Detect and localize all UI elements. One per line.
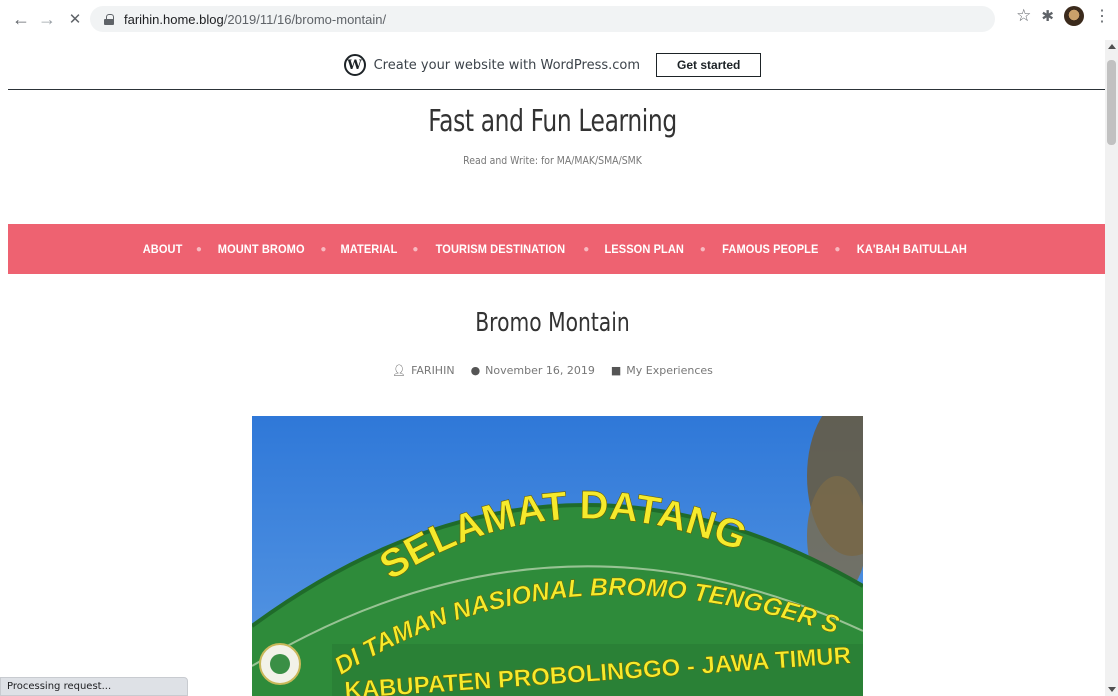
extensions-icon[interactable]: ✱ [1041,7,1054,25]
user-icon: 👤︎ [392,364,407,377]
post-date[interactable]: ● November 16, 2019 [471,364,595,377]
menu-separator: ● [320,243,327,255]
url-path: /2019/11/16/bromo-montain/ [223,11,387,27]
site-description: Read and Write: for MA/MAK/SMA/SMK [463,154,642,167]
forward-icon[interactable]: → [34,6,60,32]
toolbar-actions: ☆ ✱ ⋮ [1016,6,1110,26]
back-icon[interactable]: ← [8,6,34,32]
scroll-down-arrow-icon[interactable] [1108,687,1116,692]
menu-item-kabah-baitullah[interactable]: KA'BAH BAITULLAH [857,242,967,256]
star-icon[interactable]: ☆ [1016,6,1031,26]
stop-icon[interactable]: ✕ [62,6,88,32]
post-author[interactable]: 👤︎ FARIHIN [392,364,454,377]
wordpress-banner: W Create your website with WordPress.com… [0,40,1105,90]
menu-item-material[interactable]: MATERIAL [341,242,398,256]
wordpress-logo-icon[interactable]: W [343,54,366,76]
profile-avatar[interactable] [1064,6,1084,26]
lock-icon[interactable] [104,13,114,25]
menu-item-about[interactable]: ABOUT [142,242,182,256]
banner-divider [8,89,1105,90]
menu-separator: ● [412,243,419,255]
menu-item-tourism-destination[interactable]: TOURISM DESTINATION [436,242,566,256]
menu-separator: ● [834,243,841,255]
category-text[interactable]: My Experiences [626,364,713,377]
menu-separator: ● [583,243,590,255]
browser-status-bubble: Processing request... [0,677,188,696]
post-category[interactable]: ■ My Experiences [611,364,713,377]
scroll-up-arrow-icon[interactable] [1108,44,1116,49]
entrance-sign-photo: SELAMAT DATANG DI TAMAN NASIONAL BROMO T… [252,416,863,696]
site-title[interactable]: Fast and Fun Learning [122,104,984,139]
author-name[interactable]: FARIHIN [411,364,454,377]
menu-item-mount-bromo[interactable]: MOUNT BROMO [218,242,305,256]
page-scrollbar[interactable] [1105,40,1118,696]
clock-icon: ● [470,364,481,377]
address-bar[interactable]: farihin.home.blog/2019/11/16/bromo-monta… [90,6,995,32]
date-text[interactable]: November 16, 2019 [485,364,595,377]
folder-icon: ■ [610,364,622,377]
menu-item-lesson-plan[interactable]: LESSON PLAN [605,242,685,256]
menu-separator: ● [195,243,202,255]
get-started-button[interactable]: Get started [656,53,762,77]
url-host: farihin.home.blog [124,11,224,27]
wordpress-banner-text: Create your website with WordPress.com [373,57,641,73]
post-meta: 👤︎ FARIHIN ● November 16, 2019 ■ My Expe… [0,364,1105,377]
menu-icon[interactable]: ⋮ [1094,6,1110,26]
main-menu: ABOUT ● MOUNT BROMO ● MATERIAL ● TOURISM… [8,224,1105,274]
post-title: Bromo Montain [475,308,630,338]
browser-toolbar: ← → ✕ farihin.home.blog/2019/11/16/bromo… [0,0,1118,38]
post-featured-image: SELAMAT DATANG DI TAMAN NASIONAL BROMO T… [252,416,863,696]
scrollbar-thumb[interactable] [1107,60,1116,145]
menu-separator: ● [699,243,706,255]
menu-item-famous-people[interactable]: FAMOUS PEOPLE [722,242,818,256]
